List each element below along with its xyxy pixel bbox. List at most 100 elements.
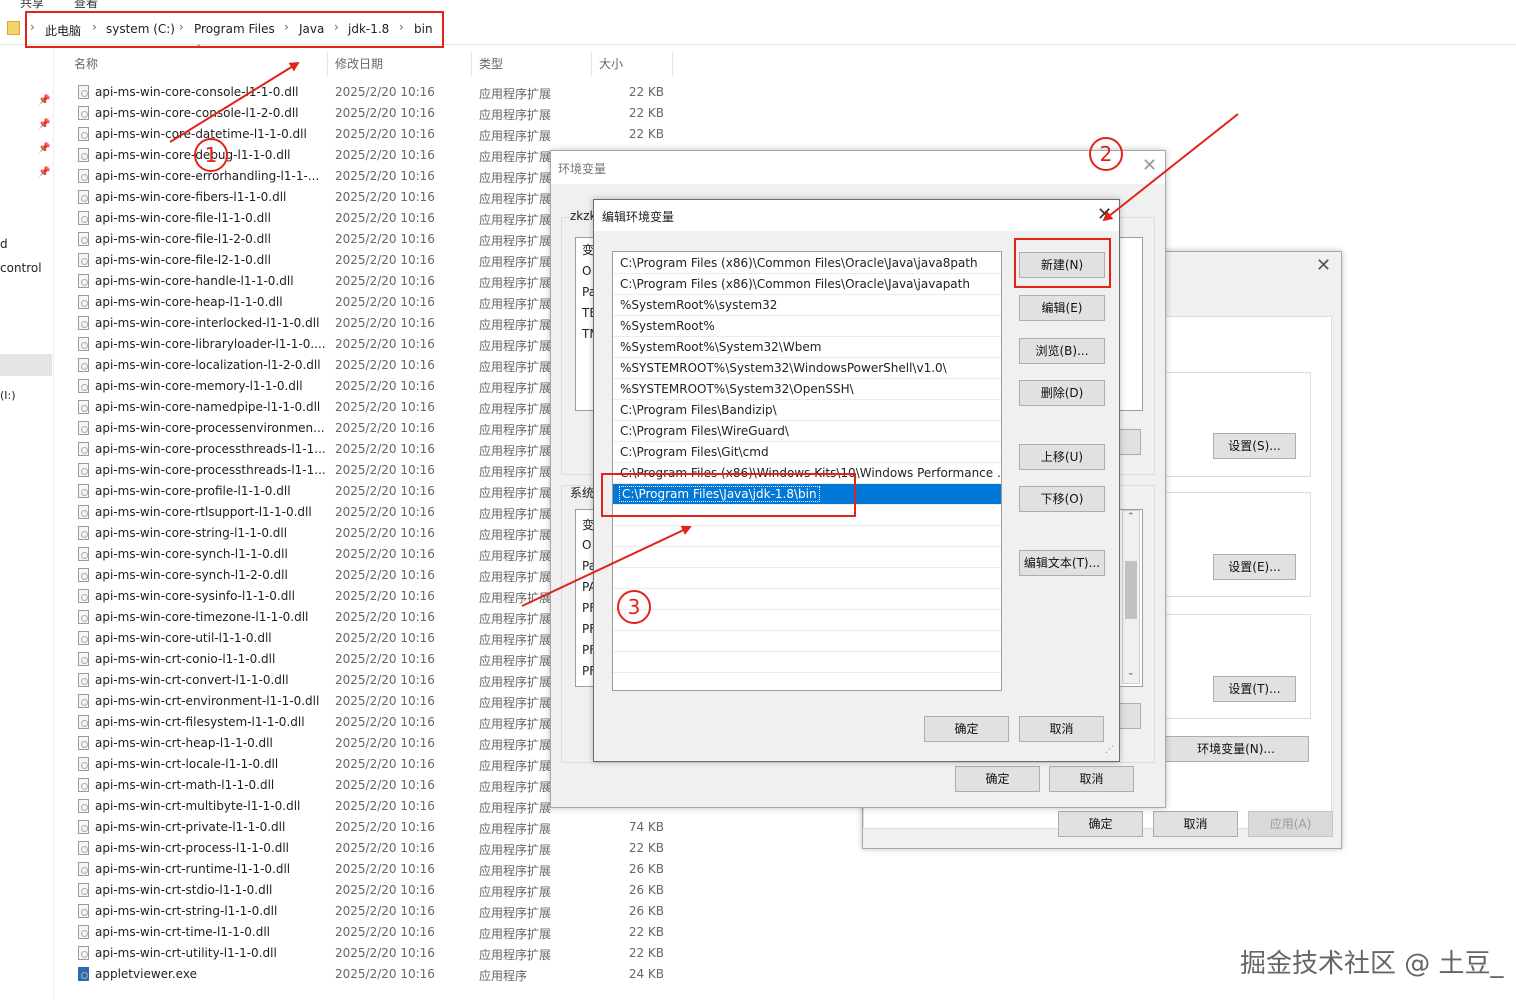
- file-date: 2025/2/20 10:16: [335, 316, 435, 330]
- sysprops-ok-button[interactable]: 确定: [1058, 811, 1143, 837]
- path-item[interactable]: C:\Program Files (x86)\Common Files\Orac…: [613, 253, 1001, 274]
- sysprops-apply-button[interactable]: 应用(A): [1248, 811, 1333, 837]
- sysprops-cancel-button[interactable]: 取消: [1153, 811, 1238, 837]
- nav-item-drive-i[interactable]: (I:): [0, 389, 16, 402]
- menu-view[interactable]: 查看: [74, 0, 98, 11]
- file-row[interactable]: api-ms-win-core-console-l1-2-0.dll 2025/2…: [70, 103, 670, 124]
- file-size: 22 KB: [628, 106, 664, 120]
- path-empty-row[interactable]: [613, 568, 1001, 589]
- path-text: %SystemRoot%\system32: [620, 298, 778, 312]
- file-type: 应用程序扩展: [479, 927, 552, 941]
- scroll-down-icon[interactable]: ⌄: [1127, 668, 1135, 678]
- path-empty-row[interactable]: [613, 652, 1001, 673]
- move-down-button[interactable]: 下移(O): [1019, 486, 1105, 512]
- file-date: 2025/2/20 10:16: [335, 358, 435, 372]
- scroll-up-icon[interactable]: ⌃: [1127, 512, 1135, 522]
- nav-item-control[interactable]: control: [0, 261, 42, 275]
- envvars-cancel-button[interactable]: 取消: [1049, 766, 1134, 792]
- file-name: api-ms-win-core-console-l1-2-0.dll: [95, 106, 299, 120]
- path-item[interactable]: C:\Program Files\Bandizip\: [613, 400, 1001, 421]
- file-row[interactable]: api-ms-win-crt-utility-l1-1-0.dll 2025/2/…: [70, 943, 670, 964]
- path-item[interactable]: %SYSTEMROOT%\System32\WindowsPowerShell\…: [613, 358, 1001, 379]
- file-row[interactable]: api-ms-win-crt-private-l1-1-0.dll 2025/2/…: [70, 817, 670, 838]
- dll-file-icon: [78, 610, 89, 624]
- file-row[interactable]: api-ms-win-crt-string-l1-1-0.dll 2025/2/2…: [70, 901, 670, 922]
- path-item[interactable]: C:\Program Files\Git\cmd: [613, 442, 1001, 463]
- dll-file-icon: [78, 841, 89, 855]
- column-size[interactable]: 大小: [599, 55, 623, 72]
- path-list[interactable]: C:\Program Files (x86)\Common Files\Orac…: [612, 251, 1002, 691]
- file-size: 22 KB: [628, 925, 664, 939]
- file-name: api-ms-win-core-string-l1-1-0.dll: [95, 526, 288, 540]
- file-type: 应用程序扩展: [479, 801, 552, 815]
- file-date: 2025/2/20 10:16: [335, 778, 435, 792]
- path-empty-row[interactable]: [613, 589, 1001, 610]
- dll-file-icon: [78, 148, 89, 162]
- dialog-title: 环境变量: [558, 162, 607, 176]
- path-item[interactable]: C:\Program Files\WireGuard\: [613, 421, 1001, 442]
- file-name: api-ms-win-core-handle-l1-1-0.dll: [95, 274, 294, 288]
- nav-item-selected[interactable]: [0, 354, 52, 376]
- column-date[interactable]: 修改日期: [335, 55, 383, 72]
- close-icon[interactable]: ✕: [1316, 257, 1331, 275]
- menu-share[interactable]: 共享: [20, 0, 44, 11]
- path-empty-row[interactable]: [613, 631, 1001, 652]
- nav-item-d[interactable]: d: [0, 237, 8, 251]
- path-item[interactable]: C:\Program Files (x86)\Common Files\Orac…: [613, 274, 1001, 295]
- system-vars-scrollbar[interactable]: ⌃ ⌄: [1122, 510, 1140, 684]
- edit-button[interactable]: 编辑(E): [1019, 295, 1105, 321]
- environment-variables-button[interactable]: 环境变量(N)...: [1163, 736, 1309, 762]
- file-row[interactable]: api-ms-win-core-datetime-l1-1-0.dll 2025/…: [70, 124, 670, 145]
- move-up-button[interactable]: 上移(U): [1019, 444, 1105, 470]
- path-empty-row[interactable]: [613, 526, 1001, 547]
- file-type: 应用程序扩展: [479, 297, 552, 311]
- path-text: %SYSTEMROOT%\System32\OpenSSH\: [620, 382, 854, 396]
- resize-grip-icon[interactable]: ⋰: [1105, 745, 1114, 755]
- scroll-thumb[interactable]: [1125, 561, 1137, 619]
- path-empty-row[interactable]: [613, 610, 1001, 631]
- file-type: 应用程序扩展: [479, 822, 552, 836]
- path-empty-row[interactable]: [613, 547, 1001, 568]
- file-name: api-ms-win-core-timezone-l1-1-0.dll: [95, 610, 309, 624]
- close-icon[interactable]: ✕: [1097, 206, 1112, 224]
- file-date: 2025/2/20 10:16: [335, 757, 435, 771]
- file-size: 22 KB: [628, 946, 664, 960]
- title-bar: [551, 151, 1165, 184]
- file-row[interactable]: api-ms-win-crt-stdio-l1-1-0.dll 2025/2/20…: [70, 880, 670, 901]
- file-row[interactable]: api-ms-win-core-console-l1-1-0.dll 2025/2…: [70, 82, 670, 103]
- file-type: 应用程序: [479, 969, 528, 983]
- file-name: api-ms-win-crt-convert-l1-1-0.dll: [95, 673, 289, 687]
- file-date: 2025/2/20 10:16: [335, 841, 435, 855]
- path-item[interactable]: %SYSTEMROOT%\System32\OpenSSH\: [613, 379, 1001, 400]
- close-icon[interactable]: ✕: [1142, 157, 1157, 175]
- dll-file-icon: [78, 736, 89, 750]
- file-row[interactable]: appletviewer.exe 2025/2/20 10:16 应用程序 24 KB: [70, 964, 670, 985]
- file-name: api-ms-win-core-processthreads-l1-1...: [95, 463, 325, 477]
- edit-cancel-button[interactable]: 取消: [1019, 716, 1104, 742]
- path-item[interactable]: %SystemRoot%\System32\Wbem: [613, 337, 1001, 358]
- edit-ok-button[interactable]: 确定: [924, 716, 1009, 742]
- edit-text-button[interactable]: 编辑文本(T)...: [1019, 550, 1105, 576]
- startup-settings-button[interactable]: 设置(T)...: [1213, 676, 1296, 702]
- path-item[interactable]: %SystemRoot%: [613, 316, 1001, 337]
- file-name: api-ms-win-crt-multibyte-l1-1-0.dll: [95, 799, 301, 813]
- column-type[interactable]: 类型: [479, 55, 503, 72]
- annotation-box-path: [601, 473, 856, 517]
- file-row[interactable]: api-ms-win-crt-process-l1-1-0.dll 2025/2/…: [70, 838, 670, 859]
- file-row[interactable]: api-ms-win-crt-time-l1-1-0.dll 2025/2/20 …: [70, 922, 670, 943]
- file-size: 74 KB: [628, 820, 664, 834]
- browse-button[interactable]: 浏览(B)...: [1019, 338, 1105, 364]
- path-item[interactable]: %SystemRoot%\system32: [613, 295, 1001, 316]
- file-row[interactable]: api-ms-win-crt-runtime-l1-1-0.dll 2025/2/…: [70, 859, 670, 880]
- file-name: api-ms-win-core-synch-l1-1-0.dll: [95, 547, 288, 561]
- file-name: api-ms-win-core-util-l1-1-0.dll: [95, 631, 272, 645]
- delete-button[interactable]: 删除(D): [1019, 380, 1105, 406]
- file-type: 应用程序扩展: [479, 87, 552, 101]
- pin-icon: 📌: [38, 143, 51, 154]
- performance-settings-button[interactable]: 设置(S)...: [1213, 433, 1296, 459]
- column-name[interactable]: 名称: [74, 55, 98, 72]
- file-type: 应用程序扩展: [479, 507, 552, 521]
- envvars-ok-button[interactable]: 确定: [955, 766, 1040, 792]
- dll-file-icon: [78, 526, 89, 540]
- profiles-settings-button[interactable]: 设置(E)...: [1213, 554, 1296, 580]
